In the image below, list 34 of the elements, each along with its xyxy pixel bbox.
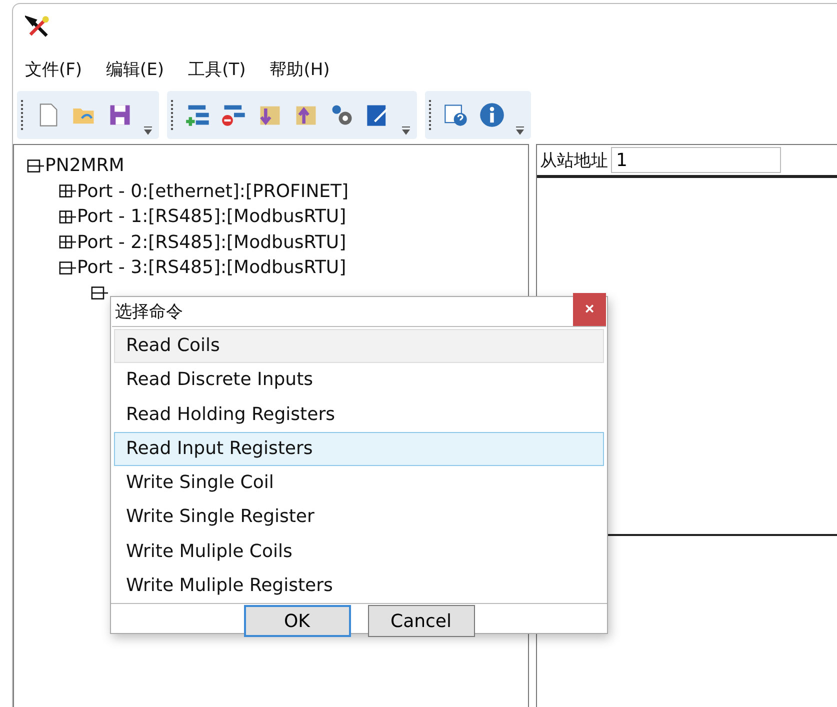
close-button[interactable]: ×: [573, 293, 606, 326]
collapse-icon[interactable]: [58, 258, 76, 277]
list-item[interactable]: Write Muliple Registers: [114, 569, 604, 604]
menu-item[interactable]: 工具(T): [188, 58, 246, 81]
overflow-icon[interactable]: [401, 125, 411, 135]
menu-item[interactable]: 帮助(H): [270, 58, 330, 81]
expand-icon[interactable]: [58, 182, 76, 200]
list-item[interactable]: Write Single Coil: [114, 466, 604, 500]
address-field[interactable]: 1: [611, 147, 781, 173]
list-item[interactable]: Write Single Register: [114, 500, 604, 535]
list-item[interactable]: Read Input Registers: [114, 432, 604, 466]
list-item[interactable]: Read Holding Registers: [114, 398, 604, 432]
list-item[interactable]: Read Discrete Inputs: [114, 363, 604, 398]
dialog-button[interactable]: Cancel: [368, 605, 474, 638]
tree-item[interactable]: Port - 0:[ethernet]:[PROFINET]: [77, 180, 349, 202]
tree-item[interactable]: Port - 2:[RS485]:[ModbusRTU]: [77, 232, 346, 253]
list-item[interactable]: Write Muliple Coils: [114, 534, 604, 570]
tree-item[interactable]: Port - 1:[RS485]:[ModbusRTU]: [77, 206, 346, 228]
overflow-icon[interactable]: [515, 125, 525, 135]
expand-icon[interactable]: [58, 208, 76, 226]
expand-icon[interactable]: [58, 233, 76, 252]
collapse-icon[interactable]: [26, 156, 44, 175]
tree-item[interactable]: PN2MRM: [45, 155, 124, 176]
collapse-icon[interactable]: [90, 284, 108, 302]
tree-item[interactable]: Port - 3:[RS485]:[ModbusRTU]: [77, 257, 346, 278]
menu-item[interactable]: 文件(F): [25, 58, 82, 81]
dialog-button[interactable]: OK: [244, 605, 350, 638]
help-icon[interactable]: [443, 102, 469, 128]
info-icon[interactable]: [479, 102, 505, 128]
overflow-icon[interactable]: [143, 125, 153, 135]
dialog-title: 选择命令: [115, 301, 183, 323]
list-item[interactable]: Read Coils: [114, 329, 604, 364]
menu-item[interactable]: 编辑(E): [106, 58, 164, 81]
field-label: 从站地址: [540, 150, 608, 172]
